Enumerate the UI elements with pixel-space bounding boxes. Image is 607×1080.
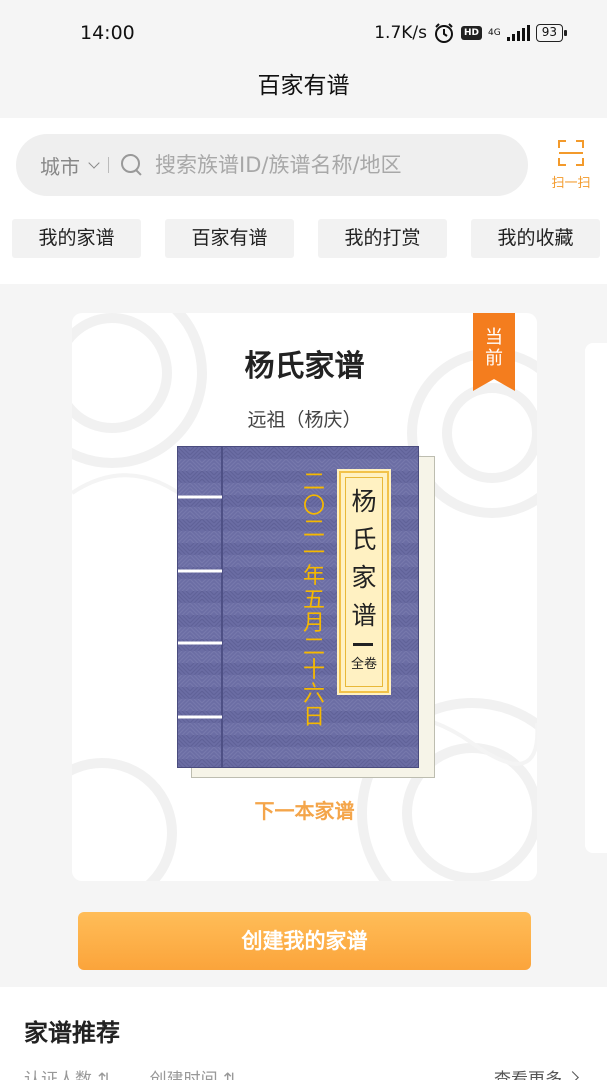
search-bar[interactable]: 城市: [16, 134, 528, 196]
next-genealogy-link[interactable]: 下一本家谱: [72, 795, 537, 824]
title-bar: 百家有谱: [0, 66, 607, 118]
book-title-vertical: 杨氏家谱: [351, 487, 377, 630]
next-card-peek[interactable]: [585, 343, 607, 853]
scan-label: 扫一扫: [551, 176, 591, 191]
page-title: 百家有谱: [257, 73, 350, 99]
view-more-link[interactable]: 查看更多: [494, 1065, 579, 1080]
tab-my-genealogy[interactable]: 我的家谱: [12, 219, 141, 258]
search-icon: [121, 154, 143, 176]
create-genealogy-button[interactable]: 创建我的家谱: [78, 912, 531, 970]
net-speed: 1.7K/s: [374, 23, 427, 43]
label-divider: [353, 643, 373, 646]
chevron-right-icon: [566, 1071, 579, 1080]
status-bar: 14:00 1.7K/s HD 4G 93: [0, 0, 607, 66]
status-time: 14:00: [80, 22, 135, 44]
view-more-label: 查看更多: [494, 1070, 562, 1080]
scan-button[interactable]: 扫一扫: [546, 140, 596, 192]
book-date-vertical: 二〇二一年五月二十六日: [302, 470, 325, 730]
genealogy-book-cover[interactable]: 二〇二一年五月二十六日 杨氏家谱 全卷: [177, 446, 435, 778]
alarm-icon: [435, 23, 453, 43]
sort-bar: 认证人数 ⇅ 创建时间 ⇅: [24, 1065, 237, 1080]
battery-icon: 93: [535, 24, 568, 42]
book-title-label: 杨氏家谱 全卷: [337, 469, 391, 695]
recommend-title: 家谱推荐: [24, 1019, 120, 1047]
sort-by-created[interactable]: 创建时间 ⇅: [150, 1065, 238, 1080]
network-type: 4G: [488, 27, 501, 38]
book-front: 二〇二一年五月二十六日 杨氏家谱 全卷: [177, 446, 419, 768]
city-selector[interactable]: 城市: [40, 151, 102, 180]
recommend-section: 家谱推荐 认证人数 ⇅ 创建时间 ⇅ 查看更多: [0, 987, 607, 1080]
status-icons: 1.7K/s HD 4G 93: [374, 22, 568, 44]
chevron-down-icon: [88, 157, 100, 169]
signal-icon: [506, 25, 530, 41]
genealogy-card[interactable]: 杨氏家谱 远祖（杨庆） 当前 二 〇 二 一 年 五 月 二 十 六 日 杨 氏…: [72, 313, 537, 881]
sort-by-verified[interactable]: 认证人数 ⇅: [24, 1065, 112, 1080]
search-input[interactable]: [155, 153, 475, 177]
ancestor-label: 远祖（杨庆）: [247, 409, 362, 431]
hd-icon: HD: [461, 26, 483, 40]
city-label: 城市: [40, 154, 80, 179]
book-volume-label: 全卷: [350, 657, 377, 672]
tab-all-genealogy[interactable]: 百家有谱: [165, 219, 294, 258]
current-ribbon-label: 当前: [485, 327, 503, 369]
tab-bar: 我的家谱 百家有谱 我的打赏 我的收藏: [12, 219, 600, 258]
divider: [108, 157, 109, 173]
top-panel: 城市 扫一扫 我的家谱 百家有谱 我的打赏 我的收藏: [0, 118, 607, 284]
scan-icon: [558, 140, 584, 166]
tab-my-rewards[interactable]: 我的打赏: [318, 219, 447, 258]
tab-my-favorites[interactable]: 我的收藏: [471, 219, 600, 258]
genealogy-title: 杨氏家谱: [244, 349, 365, 384]
